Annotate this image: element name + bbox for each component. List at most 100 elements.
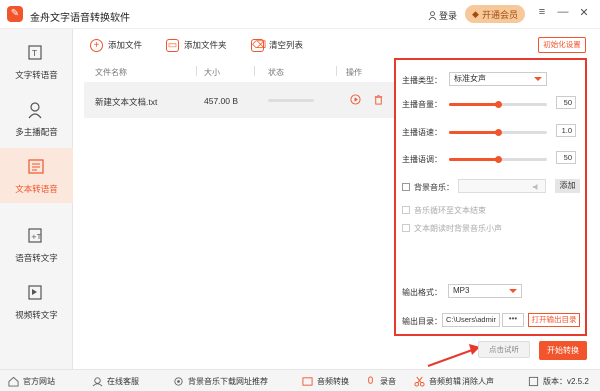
clear-list-label: 清空列表 <box>269 40 304 50</box>
pitch-slider-knob[interactable] <box>495 156 502 163</box>
bg-music-checkbox[interactable] <box>402 183 410 191</box>
minimize-icon[interactable]: — <box>556 6 570 18</box>
add-folder-label: 添加文件夹 <box>184 40 227 50</box>
table-row[interactable]: 新建文本文档.txt 457.00 B <box>84 82 394 118</box>
bgm-label: 背景音乐下载网址推荐 <box>188 377 268 386</box>
format-value: MP3 <box>453 286 470 295</box>
official-site-label: 官方网站 <box>23 377 55 386</box>
pitch-value[interactable]: 50 <box>556 151 576 164</box>
sidebar-item-label: 文本转语音 <box>15 184 58 194</box>
bg-music-input[interactable] <box>458 179 546 193</box>
audio-edit-label: 音频剪辑 <box>429 377 461 386</box>
chevron-down-icon <box>534 77 542 81</box>
volume-slider-knob[interactable] <box>495 101 502 108</box>
settings-panel: 主播类型： 标准女声 主播音量： 50 主播语速： 1.0 主播语调： 50 背… <box>394 58 587 336</box>
sidebar-item-doc-to-speech[interactable]: 文本转语音 <box>0 148 73 203</box>
remove-voice-link[interactable]: 消除人声 <box>462 376 494 387</box>
voice-type-label: 主播类型： <box>402 76 442 85</box>
voice-type-value: 标准女声 <box>454 74 486 83</box>
sidebar-item-label: 多主播配音 <box>15 127 58 137</box>
bgm-link[interactable]: 背景音乐下载网址推荐 <box>173 376 268 387</box>
lower-volume-checkbox[interactable] <box>402 224 410 232</box>
file-size: 457.00 B <box>204 96 239 106</box>
start-convert-button[interactable]: 开始转换 <box>539 341 587 360</box>
clear-list-button[interactable]: ⌫ 清空列表 <box>251 37 303 53</box>
trash-icon[interactable] <box>373 94 384 105</box>
microphone-icon <box>368 376 373 384</box>
user-icon <box>428 11 437 20</box>
sidebar-item-speech-to-text[interactable]: +T 语音转文字 <box>0 217 73 272</box>
plus-circle-icon: + <box>90 38 103 52</box>
video-text-icon <box>28 285 42 300</box>
preview-button[interactable]: 点击试听 <box>478 341 530 358</box>
login-button[interactable]: 登录 <box>428 9 457 22</box>
speech-text-icon: +T <box>28 228 42 243</box>
pitch-label: 主播语调： <box>402 155 442 164</box>
reset-settings-button[interactable]: 初始化设置 <box>538 37 586 53</box>
play-icon[interactable] <box>350 94 361 105</box>
version-label: 版本：v2.5.2 <box>543 377 589 386</box>
column-divider <box>336 66 337 76</box>
support-link[interactable]: 在线客服 <box>92 376 139 387</box>
bg-music-label: 背景音乐： <box>414 183 454 192</box>
sidebar-item-text-to-speech[interactable]: T 文字转语音 <box>0 34 73 89</box>
svg-text:T: T <box>31 49 37 58</box>
audio-convert-link[interactable]: 音频转换 <box>302 376 349 387</box>
document-lines-icon <box>28 159 44 174</box>
add-file-button[interactable]: + 添加文件 <box>90 37 142 53</box>
audio-convert-icon <box>302 377 313 386</box>
title-bar: ✎ 金舟文字语音转换软件 登录 ◆ 开通会员 ≡ — ✕ <box>0 0 600 29</box>
speed-slider-knob[interactable] <box>495 129 502 136</box>
version-info: 版本：v2.5.2 <box>528 376 589 387</box>
svg-text:+T: +T <box>31 233 42 241</box>
pitch-slider-fill <box>449 158 498 161</box>
support-label: 在线客服 <box>107 377 139 386</box>
sidebar-item-label: 视频转文字 <box>15 310 58 320</box>
volume-slider-fill <box>449 103 498 106</box>
diamond-icon: ◆ <box>472 8 479 19</box>
app-logo-icon: ✎ <box>7 6 23 22</box>
headset-icon <box>92 377 103 387</box>
settings-gear-icon <box>174 377 183 386</box>
login-label: 登录 <box>439 11 458 21</box>
header-size: 大小 <box>204 68 220 77</box>
format-label: 输出格式： <box>402 288 442 297</box>
file-list-header: 文件名称 大小 状态 操作 <box>84 63 394 80</box>
output-dir-input[interactable]: C:\Users\admir <box>442 313 500 327</box>
sidebar-item-multi-voice[interactable]: 多主播配音 <box>0 91 73 146</box>
vip-button[interactable]: ◆ 开通会员 <box>465 5 525 23</box>
speed-slider[interactable] <box>449 129 547 136</box>
browse-button[interactable]: ••• <box>502 313 524 327</box>
record-link[interactable]: 录音 <box>365 376 396 387</box>
add-file-label: 添加文件 <box>108 40 143 50</box>
audio-edit-link[interactable]: 音频剪辑 <box>414 376 461 387</box>
audio-convert-label: 音频转换 <box>317 377 349 386</box>
pitch-slider[interactable] <box>449 156 547 163</box>
record-label: 录音 <box>380 377 396 386</box>
status-progress-bar <box>268 99 314 102</box>
sidebar-item-label: 语音转文字 <box>15 253 58 263</box>
volume-label: 主播音量： <box>402 100 442 109</box>
scissors-icon <box>414 376 425 387</box>
sidebar-item-video-to-text[interactable]: 视频转文字 <box>0 274 73 329</box>
speed-value[interactable]: 1.0 <box>556 124 576 137</box>
remove-voice-label: 消除人声 <box>462 377 494 386</box>
official-site-link[interactable]: 官方网站 <box>8 376 55 387</box>
add-folder-button[interactable]: ▭ 添加文件夹 <box>166 37 227 53</box>
chevron-down-icon <box>509 289 517 293</box>
volume-slider[interactable] <box>449 101 547 108</box>
loop-checkbox[interactable] <box>402 206 410 214</box>
format-select[interactable]: MP3 <box>448 284 522 298</box>
home-icon <box>8 376 19 387</box>
voice-type-select[interactable]: 标准女声 <box>449 72 547 86</box>
close-icon[interactable]: ✕ <box>577 6 591 19</box>
open-dir-button[interactable]: 打开输出目录 <box>528 313 580 327</box>
volume-value[interactable]: 50 <box>556 96 576 109</box>
menu-icon[interactable]: ≡ <box>535 6 549 18</box>
text-file-icon: T <box>28 45 42 60</box>
footer-bar: 官方网站 在线客服 背景音乐下载网址推荐 音频转换 录音 音频剪辑 消除人声 版… <box>0 369 600 391</box>
column-divider <box>196 66 197 76</box>
speed-slider-fill <box>449 131 498 134</box>
bg-music-add-button[interactable]: 添加 <box>555 179 580 193</box>
header-status: 状态 <box>268 68 284 77</box>
